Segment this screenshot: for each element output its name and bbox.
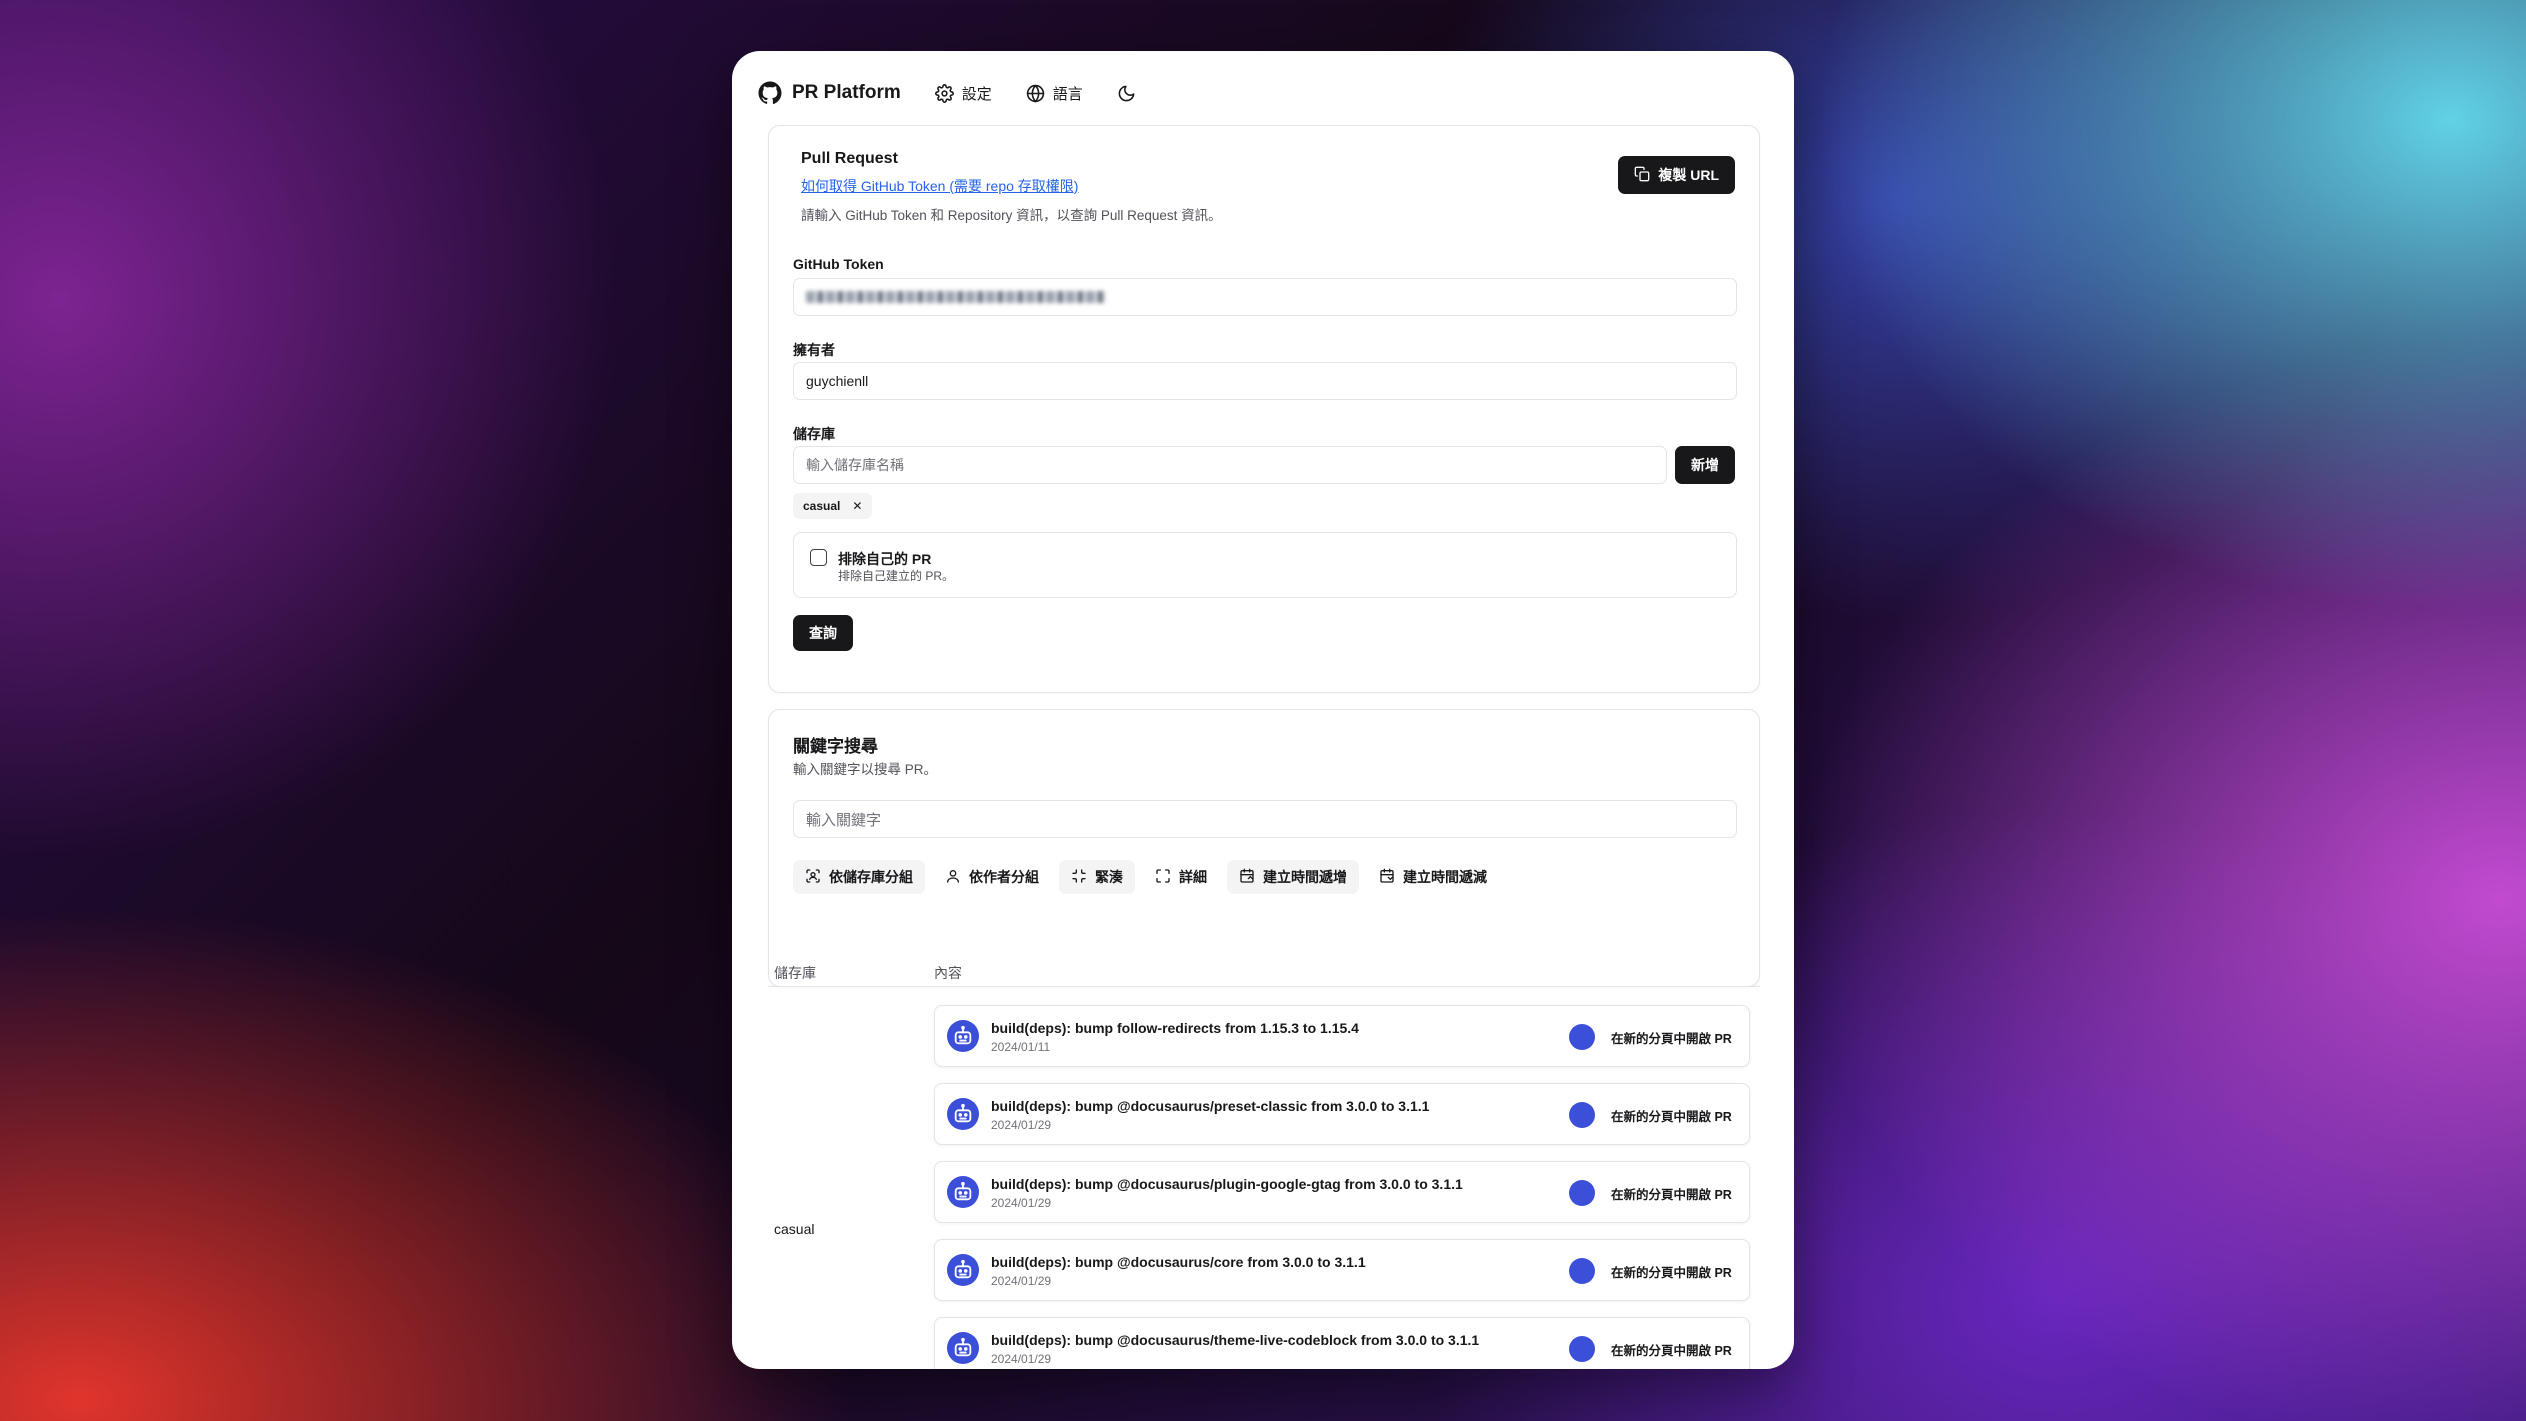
exclude-own-pr-desc: 排除自己建立的 PR。 xyxy=(838,569,955,583)
pr-date: 2024/01/29 xyxy=(991,1274,1052,1288)
open-pr-link[interactable]: 在新的分頁中開啟 PR xyxy=(1611,1340,1732,1359)
copy-url-label: 複製 URL xyxy=(1658,167,1719,183)
author-avatar xyxy=(1569,1180,1595,1206)
nav-settings-label: 設定 xyxy=(961,85,992,103)
group-by-author-button[interactable]: 依作者分組 xyxy=(933,860,1051,894)
nav-settings[interactable]: 設定 xyxy=(934,83,992,104)
expand-icon xyxy=(1155,868,1171,887)
owner-input[interactable]: guychienll xyxy=(793,362,1737,400)
group-by-author-label: 依作者分組 xyxy=(969,869,1039,885)
pr-title: build(deps): bump @docusaurus/theme-live… xyxy=(991,1332,1480,1348)
author-avatar xyxy=(1569,1336,1595,1362)
user-icon xyxy=(945,868,961,887)
bot-avatar-icon xyxy=(947,1176,979,1208)
bot-avatar-icon xyxy=(947,1020,979,1052)
remove-tag-icon[interactable]: ✕ xyxy=(852,499,862,513)
card-title: Pull Request xyxy=(801,150,898,167)
owner-label: 擁有者 xyxy=(793,342,835,358)
col-repo-header: 儲存庫 xyxy=(774,965,816,981)
group-by-repo-label: 依儲存庫分組 xyxy=(829,869,913,885)
author-avatar xyxy=(1569,1258,1595,1284)
compact-view-label: 緊湊 xyxy=(1095,869,1123,885)
card-description: 請輸入 GitHub Token 和 Repository 資訊，以查詢 Pul… xyxy=(801,208,1222,223)
bot-avatar-icon xyxy=(947,1098,979,1130)
top-nav: PR Platform 設定 語言 xyxy=(758,71,1136,115)
token-input[interactable] xyxy=(793,278,1737,316)
brand-name: PR Platform xyxy=(792,82,901,103)
search-title: 關鍵字搜尋 xyxy=(793,737,878,756)
group-by-repo-button[interactable]: 依儲存庫分組 xyxy=(793,860,925,894)
repo-tag-label: casual xyxy=(803,499,841,513)
token-help-link[interactable]: 如何取得 GitHub Token (需要 repo 存取權限) xyxy=(801,176,1078,196)
globe-icon xyxy=(1026,84,1045,103)
theme-toggle[interactable] xyxy=(1117,84,1136,103)
pr-title: build(deps): bump @docusaurus/plugin-goo… xyxy=(991,1176,1463,1192)
calendar-asc-icon xyxy=(1239,868,1255,887)
calendar-desc-icon xyxy=(1379,868,1395,887)
sort-created-asc-button[interactable]: 建立時間遞增 xyxy=(1227,860,1359,894)
group-repo-icon xyxy=(805,868,821,887)
sort-created-desc-label: 建立時間遞減 xyxy=(1403,869,1487,885)
exclude-own-pr-checkbox[interactable] xyxy=(810,549,827,566)
copy-url-button[interactable]: 複製 URL xyxy=(1618,156,1735,194)
results-table-header: 儲存庫 內容 xyxy=(768,957,1760,987)
view-toolbar: 依儲存庫分組 依作者分組 緊湊 詳細 建立時間遞增 建立時間遞減 xyxy=(793,860,1499,894)
pull-request-card: Pull Request 如何取得 GitHub Token (需要 repo … xyxy=(768,125,1760,693)
copy-icon xyxy=(1634,166,1650,185)
pr-row[interactable]: build(deps): bump @docusaurus/plugin-goo… xyxy=(934,1161,1750,1223)
pr-date: 2024/01/29 xyxy=(991,1118,1052,1132)
token-masked-value xyxy=(806,291,1106,303)
repo-group-name: casual xyxy=(774,1221,815,1237)
search-description: 輸入關鍵字以搜尋 PR。 xyxy=(793,762,938,777)
compact-view-button[interactable]: 緊湊 xyxy=(1059,860,1135,894)
col-content-header: 內容 xyxy=(934,965,962,981)
pr-title: build(deps): bump follow-redirects from … xyxy=(991,1020,1359,1036)
repo-input[interactable]: 輸入儲存庫名稱 xyxy=(793,446,1667,484)
repo-tag: casual ✕ xyxy=(793,493,873,519)
open-pr-link[interactable]: 在新的分頁中開啟 PR xyxy=(1611,1262,1732,1281)
open-pr-link[interactable]: 在新的分頁中開啟 PR xyxy=(1611,1106,1732,1125)
pr-row[interactable]: build(deps): bump @docusaurus/theme-live… xyxy=(934,1317,1750,1369)
token-label: GitHub Token xyxy=(793,256,884,272)
nav-language-label: 語言 xyxy=(1052,85,1083,103)
pr-date: 2024/01/29 xyxy=(991,1196,1052,1210)
pr-row[interactable]: build(deps): bump @docusaurus/preset-cla… xyxy=(934,1083,1750,1145)
sort-created-desc-button[interactable]: 建立時間遞減 xyxy=(1367,860,1499,894)
gear-icon xyxy=(934,83,954,103)
moon-icon xyxy=(1117,84,1136,103)
pr-row[interactable]: build(deps): bump @docusaurus/core from … xyxy=(934,1239,1750,1301)
add-repo-button[interactable]: 新增 xyxy=(1675,446,1735,484)
detail-view-label: 詳細 xyxy=(1179,869,1207,885)
author-avatar xyxy=(1569,1024,1595,1050)
sort-created-asc-label: 建立時間遞增 xyxy=(1263,869,1347,885)
app-window: PR Platform 設定 語言 Pull Request 如何取得 GitH… xyxy=(732,51,1794,1369)
bot-avatar-icon xyxy=(947,1332,979,1364)
repo-label: 儲存庫 xyxy=(793,426,835,442)
nav-language[interactable]: 語言 xyxy=(1026,83,1083,104)
open-pr-link[interactable]: 在新的分頁中開啟 PR xyxy=(1611,1184,1732,1203)
query-button[interactable]: 查詢 xyxy=(793,615,853,651)
bot-avatar-icon xyxy=(947,1254,979,1286)
compress-icon xyxy=(1071,868,1087,887)
pr-date: 2024/01/29 xyxy=(991,1352,1052,1366)
keyword-search-card: 關鍵字搜尋 輸入關鍵字以搜尋 PR。 輸入關鍵字 依儲存庫分組 依作者分組 緊湊 xyxy=(768,709,1760,987)
detail-view-button[interactable]: 詳細 xyxy=(1143,860,1219,894)
pr-row[interactable]: build(deps): bump follow-redirects from … xyxy=(934,1005,1750,1067)
pr-date: 2024/01/11 xyxy=(991,1040,1051,1054)
pr-title: build(deps): bump @docusaurus/core from … xyxy=(991,1254,1366,1270)
author-avatar xyxy=(1569,1102,1595,1128)
exclude-own-pr-option: 排除自己的 PR 排除自己建立的 PR。 xyxy=(793,532,1737,598)
exclude-own-pr-title: 排除自己的 PR xyxy=(838,551,932,567)
brand[interactable]: PR Platform xyxy=(758,81,901,105)
keyword-input[interactable]: 輸入關鍵字 xyxy=(793,800,1737,838)
github-icon xyxy=(758,81,782,105)
open-pr-link[interactable]: 在新的分頁中開啟 PR xyxy=(1611,1028,1732,1047)
pr-title: build(deps): bump @docusaurus/preset-cla… xyxy=(991,1098,1430,1114)
